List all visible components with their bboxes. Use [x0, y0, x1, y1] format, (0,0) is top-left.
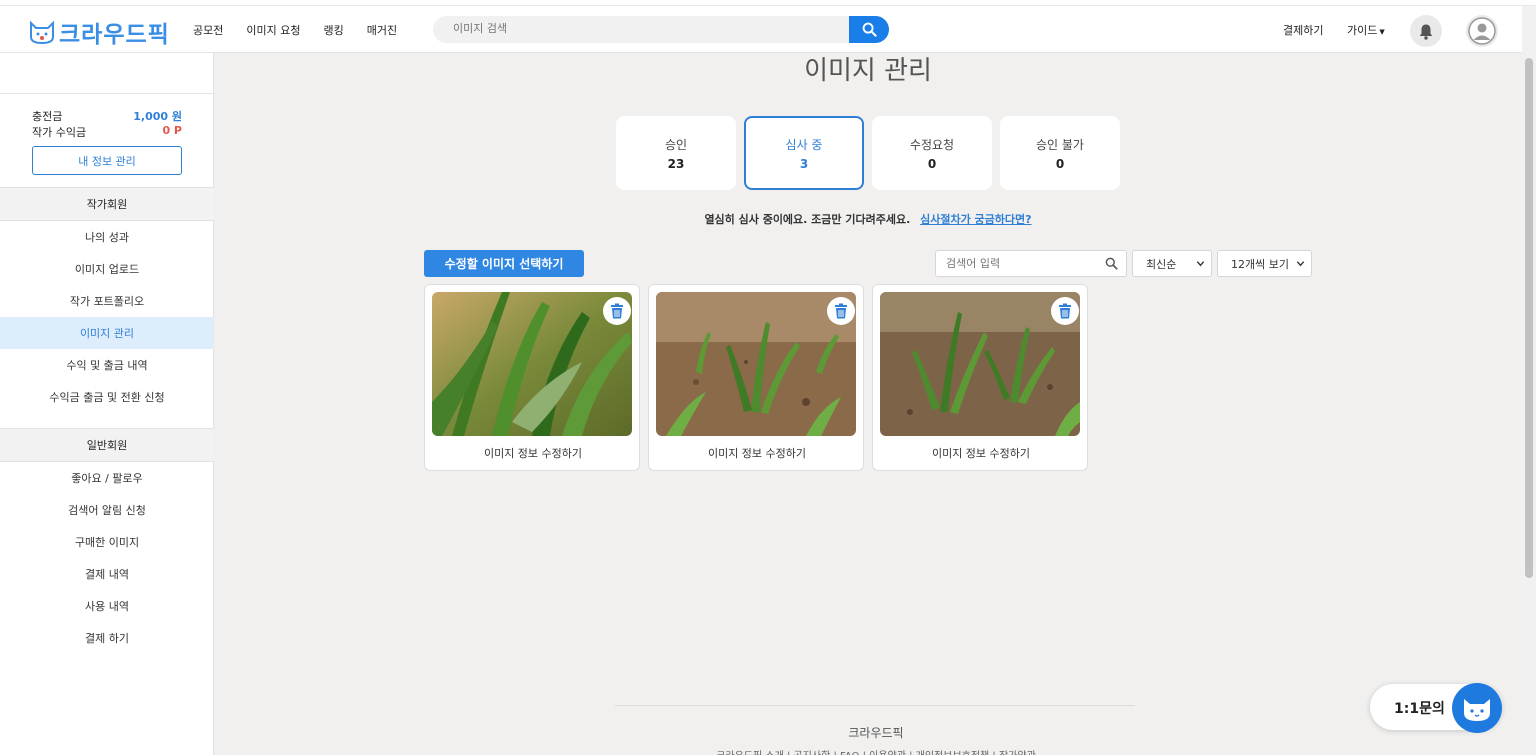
per-page-select-value: 12개씩 보기 [1231, 257, 1289, 271]
delete-image-button[interactable] [603, 297, 631, 325]
sidebar-item-my-performance[interactable]: 나의 성과 [0, 221, 214, 253]
status-count: 23 [667, 156, 685, 171]
header-search-button[interactable] [849, 16, 889, 43]
keyword-search [935, 250, 1127, 277]
cat-logo-icon [30, 20, 54, 45]
sort-select[interactable]: 최신순 [1132, 250, 1212, 277]
status-label: 승인 [664, 137, 688, 152]
footer-links[interactable]: 크라우드픽 소개 | 공지사항 | FAQ | 이용약관 | 개인정보보호정책 … [600, 747, 1152, 755]
trash-icon [1059, 303, 1071, 319]
sidebar-item-payment-history[interactable]: 결제 내역 [0, 558, 214, 590]
status-count: 0 [1055, 156, 1065, 171]
plant-photo [880, 292, 1080, 436]
sidebar-item-keyword-alert[interactable]: 검색어 알림 신청 [0, 494, 214, 526]
status-card-reviewing[interactable]: 심사 중 3 [744, 116, 864, 190]
charge-label: 충전금 [32, 110, 63, 123]
nav-ranking[interactable]: 랭킹 [323, 22, 343, 38]
inquiry-label: 1:1문의 [1394, 701, 1445, 717]
chevron-down-icon [1296, 261, 1305, 267]
image-thumbnail[interactable] [432, 292, 632, 436]
one-on-one-inquiry-button[interactable]: 1:1문의 [1370, 683, 1502, 733]
sidebar-item-likes-follow[interactable]: 좋아요 / 팔로우 [0, 462, 214, 494]
image-thumbnail[interactable] [880, 292, 1080, 436]
earnings-value: 0 P [162, 124, 182, 137]
status-card-revision-request[interactable]: 수정요청 0 [872, 116, 992, 190]
status-count: 3 [799, 156, 809, 171]
scrollbar-thumb[interactable] [1525, 58, 1533, 578]
review-info: 열심히 심사 중이에요. 조금만 기다려주세요. 심사절차가 궁금하다면? [615, 211, 1121, 227]
my-info-button[interactable]: 내 정보 관리 [32, 146, 182, 175]
payment-link[interactable]: 결제하기 [1283, 22, 1323, 38]
sidebar-item-earnings-history[interactable]: 수익 및 출금 내역 [0, 349, 214, 381]
search-icon[interactable] [1105, 257, 1118, 270]
sidebar-item-withdrawal-request[interactable]: 수익금 출금 및 전환 신청 [0, 381, 214, 413]
delete-image-button[interactable] [1051, 297, 1079, 325]
nav-contest[interactable]: 공모전 [193, 22, 223, 38]
nav-magazine[interactable]: 매거진 [367, 22, 397, 38]
caret-down-icon: ▼ [1379, 28, 1385, 36]
review-process-link[interactable]: 심사절차가 궁금하다면? [920, 213, 1031, 226]
bell-icon [1419, 24, 1433, 40]
status-card-approved[interactable]: 승인 23 [616, 116, 736, 190]
general-section-header: 일반회원 [0, 428, 214, 462]
sidebar-item-image-upload[interactable]: 이미지 업로드 [0, 253, 214, 285]
keyword-search-input[interactable] [946, 257, 1096, 270]
earnings-row: 작가 수익금 0 P [32, 124, 182, 140]
sidebar-item-purchased-images[interactable]: 구매한 이미지 [0, 526, 214, 558]
sidebar-divider [0, 93, 214, 94]
plant-photo [656, 292, 856, 436]
status-label: 승인 불가 [1036, 137, 1084, 152]
edit-image-info-link[interactable]: 이미지 정보 수정하기 [425, 445, 641, 461]
review-info-text: 열심히 심사 중이에요. 조금만 기다려주세요. [704, 213, 911, 226]
logo[interactable]: 크라우드픽 [28, 15, 170, 49]
sort-select-value: 최신순 [1146, 257, 1177, 271]
delete-image-button[interactable] [827, 297, 855, 325]
user-avatar-icon [1468, 17, 1496, 45]
artist-section-header: 작가회원 [0, 187, 214, 221]
select-image-to-edit-button[interactable]: 수정할 이미지 선택하기 [424, 250, 584, 277]
status-count: 0 [927, 156, 937, 171]
guide-menu[interactable]: 가이드 ▼ [1347, 22, 1385, 38]
charge-value: 1,000 원 [133, 110, 182, 123]
footer-divider [615, 705, 1135, 706]
image-thumbnail[interactable] [656, 292, 856, 436]
page-scrollbar[interactable] [1522, 6, 1536, 755]
sidebar-username [60, 79, 64, 92]
chevron-down-icon [1196, 261, 1205, 267]
nav-image-request[interactable]: 이미지 요청 [246, 22, 300, 38]
edit-image-info-link[interactable]: 이미지 정보 수정하기 [649, 445, 865, 461]
search-icon [862, 22, 877, 37]
sidebar: 충전금 1,000 원 작가 수익금 0 P 내 정보 관리 작가회원 나의 성… [0, 53, 214, 755]
status-card-rejected[interactable]: 승인 불가 0 [1000, 116, 1120, 190]
cat-mascot-icon [1452, 683, 1502, 733]
notification-button[interactable] [1410, 15, 1442, 47]
plant-photo [432, 292, 632, 436]
header-search-input[interactable] [453, 22, 843, 35]
sidebar-item-usage-history[interactable]: 사용 내역 [0, 590, 214, 622]
status-label: 수정요청 [909, 137, 955, 152]
per-page-select[interactable]: 12개씩 보기 [1217, 250, 1312, 277]
sidebar-item-image-management[interactable]: 이미지 관리 [0, 317, 214, 349]
logo-text: 크라우드픽 [59, 22, 170, 48]
top-header: 크라우드픽 공모전 이미지 요청 랭킹 매거진 결제하기 가이드▼ [0, 6, 1522, 53]
edit-image-info-link[interactable]: 이미지 정보 수정하기 [873, 445, 1089, 461]
header-search [433, 16, 889, 43]
image-card: 이미지 정보 수정하기 [648, 284, 864, 471]
image-card: 이미지 정보 수정하기 [872, 284, 1088, 471]
footer-title: 크라우드픽 [848, 726, 904, 740]
trash-icon [835, 303, 847, 319]
earnings-label: 작가 수익금 [32, 126, 87, 139]
sidebar-item-portfolio[interactable]: 작가 포트폴리오 [0, 285, 214, 317]
page-title: 이미지 관리 [804, 56, 932, 86]
main-nav: 공모전 이미지 요청 랭킹 매거진 [193, 22, 420, 38]
sidebar-item-make-payment[interactable]: 결제 하기 [0, 622, 214, 654]
status-label: 심사 중 [785, 137, 823, 152]
image-card: 이미지 정보 수정하기 [424, 284, 640, 471]
charge-row: 충전금 1,000 원 [32, 108, 182, 124]
profile-avatar[interactable] [1466, 15, 1498, 47]
guide-label: 가이드 [1347, 24, 1378, 37]
trash-icon [611, 303, 623, 319]
